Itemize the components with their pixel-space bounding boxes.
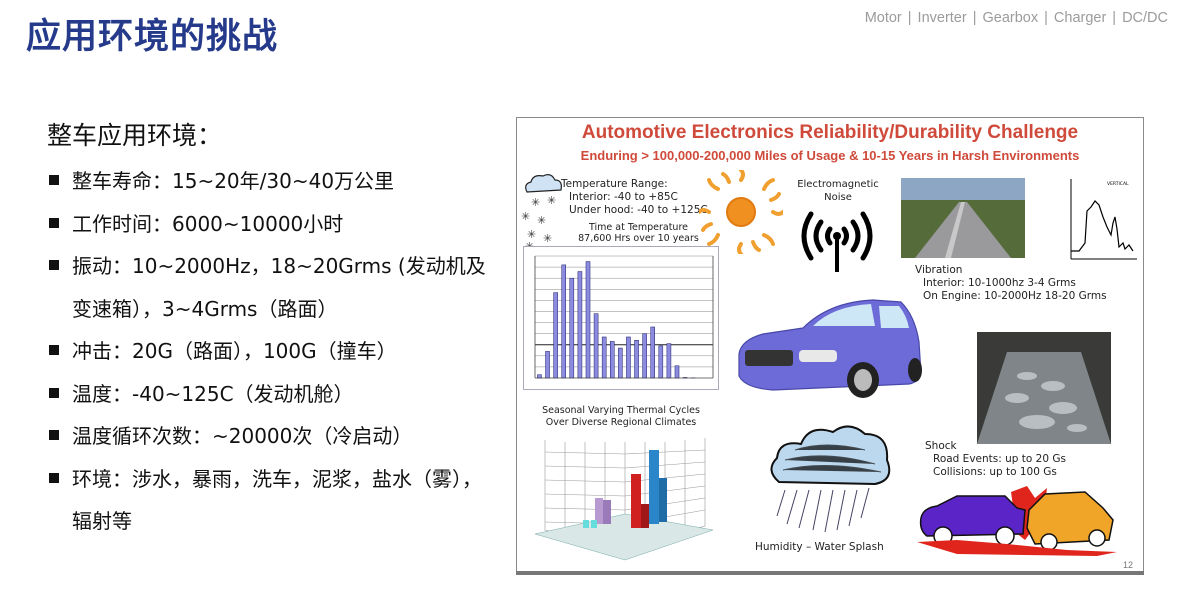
svg-text:✳: ✳ — [543, 232, 552, 245]
bullet-square-icon — [49, 175, 59, 185]
emi-line1: Electromagnetic — [797, 179, 879, 190]
chart-bar — [609, 341, 615, 379]
bullet-text: 工作时间：6000~10000小时 — [72, 211, 344, 236]
car-crash-icon — [917, 486, 1117, 556]
chart-bar — [642, 333, 647, 379]
bullet-thermal-cycles: 温度循环次数：~20000次（冷启动） — [47, 415, 487, 458]
panel-shadow — [516, 571, 1144, 575]
chart-bar — [626, 336, 631, 379]
shock-text: Shock Road Events: up to 20 Gs Collision… — [925, 440, 1066, 479]
rain-cloud-icon — [770, 425, 891, 533]
temperature-interior: Interior: -40 to +85C — [569, 191, 678, 203]
thermal-cycles-line1: Seasonal Varying Thermal Cycles — [542, 405, 700, 416]
chart-bar — [634, 340, 639, 379]
bullet-shock: 冲击：20G（路面），100G（撞车） — [47, 330, 487, 373]
vibration-psd-chart: VERTICAL — [1070, 179, 1137, 260]
chart-bar — [650, 326, 655, 379]
nav-motor[interactable]: Motor — [865, 10, 902, 26]
chart-bar — [666, 343, 672, 379]
nav-gearbox[interactable]: Gearbox — [983, 10, 1039, 26]
thermal-cycles-title: Seasonal Varying Thermal Cycles Over Div… — [523, 405, 719, 429]
section-subheading: 整车应用环境： — [47, 121, 223, 150]
bullet-text: 冲击：20G（路面），100G（撞车） — [72, 339, 397, 363]
thermal-cycles-3d-chart — [535, 438, 714, 561]
bullet-square-icon — [49, 472, 59, 483]
chart-bar — [569, 277, 575, 379]
nav-charger[interactable]: Charger — [1054, 10, 1106, 26]
chart-bar — [618, 347, 623, 379]
shock-road: Road Events: up to 20 Gs — [933, 453, 1066, 465]
bullet-text: 整车寿命：15~20年/30~40万公里 — [72, 169, 395, 193]
time-at-temperature-chart — [523, 246, 719, 390]
thermal-cycles-line2: Over Diverse Regional Climates — [545, 417, 697, 428]
vibration-interior: Interior: 10-1000hz 3-4 Grms — [923, 277, 1076, 289]
vibration-heading: Vibration — [915, 264, 963, 276]
road-photo — [901, 178, 1025, 258]
time-at-temperature-text: Time at Temperature 87,600 Hrs over 10 y… — [561, 222, 716, 244]
time-value: 87,600 Hrs over 10 years — [578, 233, 699, 244]
shock-heading: Shock — [925, 440, 957, 452]
svg-text:✳: ✳ — [531, 196, 540, 209]
bullet-list: 整车寿命：15~20年/30~40万公里 工作时间：6000~10000小时 振… — [47, 160, 487, 543]
emi-line2: Noise — [824, 192, 852, 203]
page-title: 应用环境的挑战 — [26, 17, 279, 57]
car-image — [738, 299, 922, 398]
bullet-environment: 环境：涉水，暴雨，洗车，泥浆，盐水（雾），辐射等 — [47, 458, 487, 543]
nav-separator: | — [1044, 10, 1048, 26]
bullet-vibration: 振动：10~2000Hz，18~20Grms (发动机及变速箱），3~4Grms… — [47, 245, 487, 330]
temperature-heading: Temperature Range: — [561, 178, 668, 190]
nav-separator: | — [1112, 10, 1117, 26]
chart-bar — [577, 271, 583, 379]
nav-dcdc[interactable]: DC/DC — [1122, 10, 1168, 26]
environment-list-section: 整车应用环境： 整车寿命：15~20年/30~40万公里 工作时间：6000~1… — [47, 118, 487, 543]
chart-bar — [593, 313, 599, 379]
bullet-square-icon — [49, 345, 59, 355]
bullet-square-icon — [49, 260, 59, 270]
svg-text:✳: ✳ — [521, 210, 530, 223]
bullet-lifetime: 整车寿命：15~20年/30~40万公里 — [47, 160, 487, 203]
temperature-underhood: Under hood: -40 to +125C — [569, 204, 708, 216]
sun-icon — [699, 170, 783, 254]
chart-bar — [674, 365, 680, 379]
nav-inverter[interactable]: Inverter — [918, 10, 967, 26]
bullet-square-icon — [49, 387, 59, 398]
emi-label: Electromagnetic Noise — [783, 178, 893, 204]
shock-collisions: Collisions: up to 100 Gs — [933, 466, 1057, 478]
bullet-operating-time: 工作时间：6000~10000小时 — [47, 203, 487, 246]
figure-title: Automotive Electronics Reliability/Durab… — [581, 122, 1079, 143]
bullet-text: 环境：涉水，暴雨，洗车，泥浆，盐水（雾），辐射等 — [72, 466, 482, 534]
page-number: 12 — [1122, 560, 1133, 570]
time-label: Time at Temperature — [588, 222, 688, 233]
nav-separator: | — [972, 10, 977, 26]
chart-bar — [545, 351, 550, 379]
humidity-label: Humidity – Water Splash — [755, 541, 884, 553]
nav-separator: | — [907, 10, 912, 26]
temperature-range-text: Temperature Range: Interior: -40 to +85C… — [561, 178, 708, 217]
svg-text:✳: ✳ — [537, 214, 546, 227]
figure-subtitle: Enduring > 100,000-200,000 Miles of Usag… — [580, 148, 1080, 163]
vibration-engine: On Engine: 10-2000Hz 18-20 Grms — [923, 290, 1107, 302]
bullet-square-icon — [49, 217, 59, 228]
snow-cloud-icon: ✳ ✳✳ ✳✳ ✳✳ — [521, 174, 562, 250]
chart-bar — [658, 345, 664, 379]
svg-text:✳: ✳ — [547, 194, 556, 207]
chart-bar — [537, 374, 542, 379]
bullet-square-icon — [49, 430, 59, 440]
chart-bar — [585, 261, 591, 379]
vibration-text: Vibration Interior: 10-1000hz 3-4 Grms O… — [915, 264, 1107, 303]
chart-bar — [553, 292, 558, 379]
bullet-text: 温度：-40~125C（发动机舱） — [72, 381, 354, 406]
reliability-figure: Automotive Electronics Reliability/Durab… — [516, 117, 1144, 575]
bullet-text: 振动：10~2000Hz，18~20Grms (发动机及变速箱），3~4Grms… — [72, 254, 486, 321]
psd-label: VERTICAL — [1107, 181, 1129, 187]
chart-bar — [561, 264, 566, 379]
chart-bar — [601, 336, 607, 379]
top-nav: Motor | Inverter | Gearbox | Charger | DC/DC — [865, 10, 1168, 26]
pothole-photo — [977, 332, 1111, 444]
antenna-signal-icon — [801, 211, 873, 272]
bullet-temperature: 温度：-40~125C（发动机舱） — [47, 373, 487, 416]
bullet-text: 温度循环次数：~20000次（冷启动） — [72, 424, 413, 448]
